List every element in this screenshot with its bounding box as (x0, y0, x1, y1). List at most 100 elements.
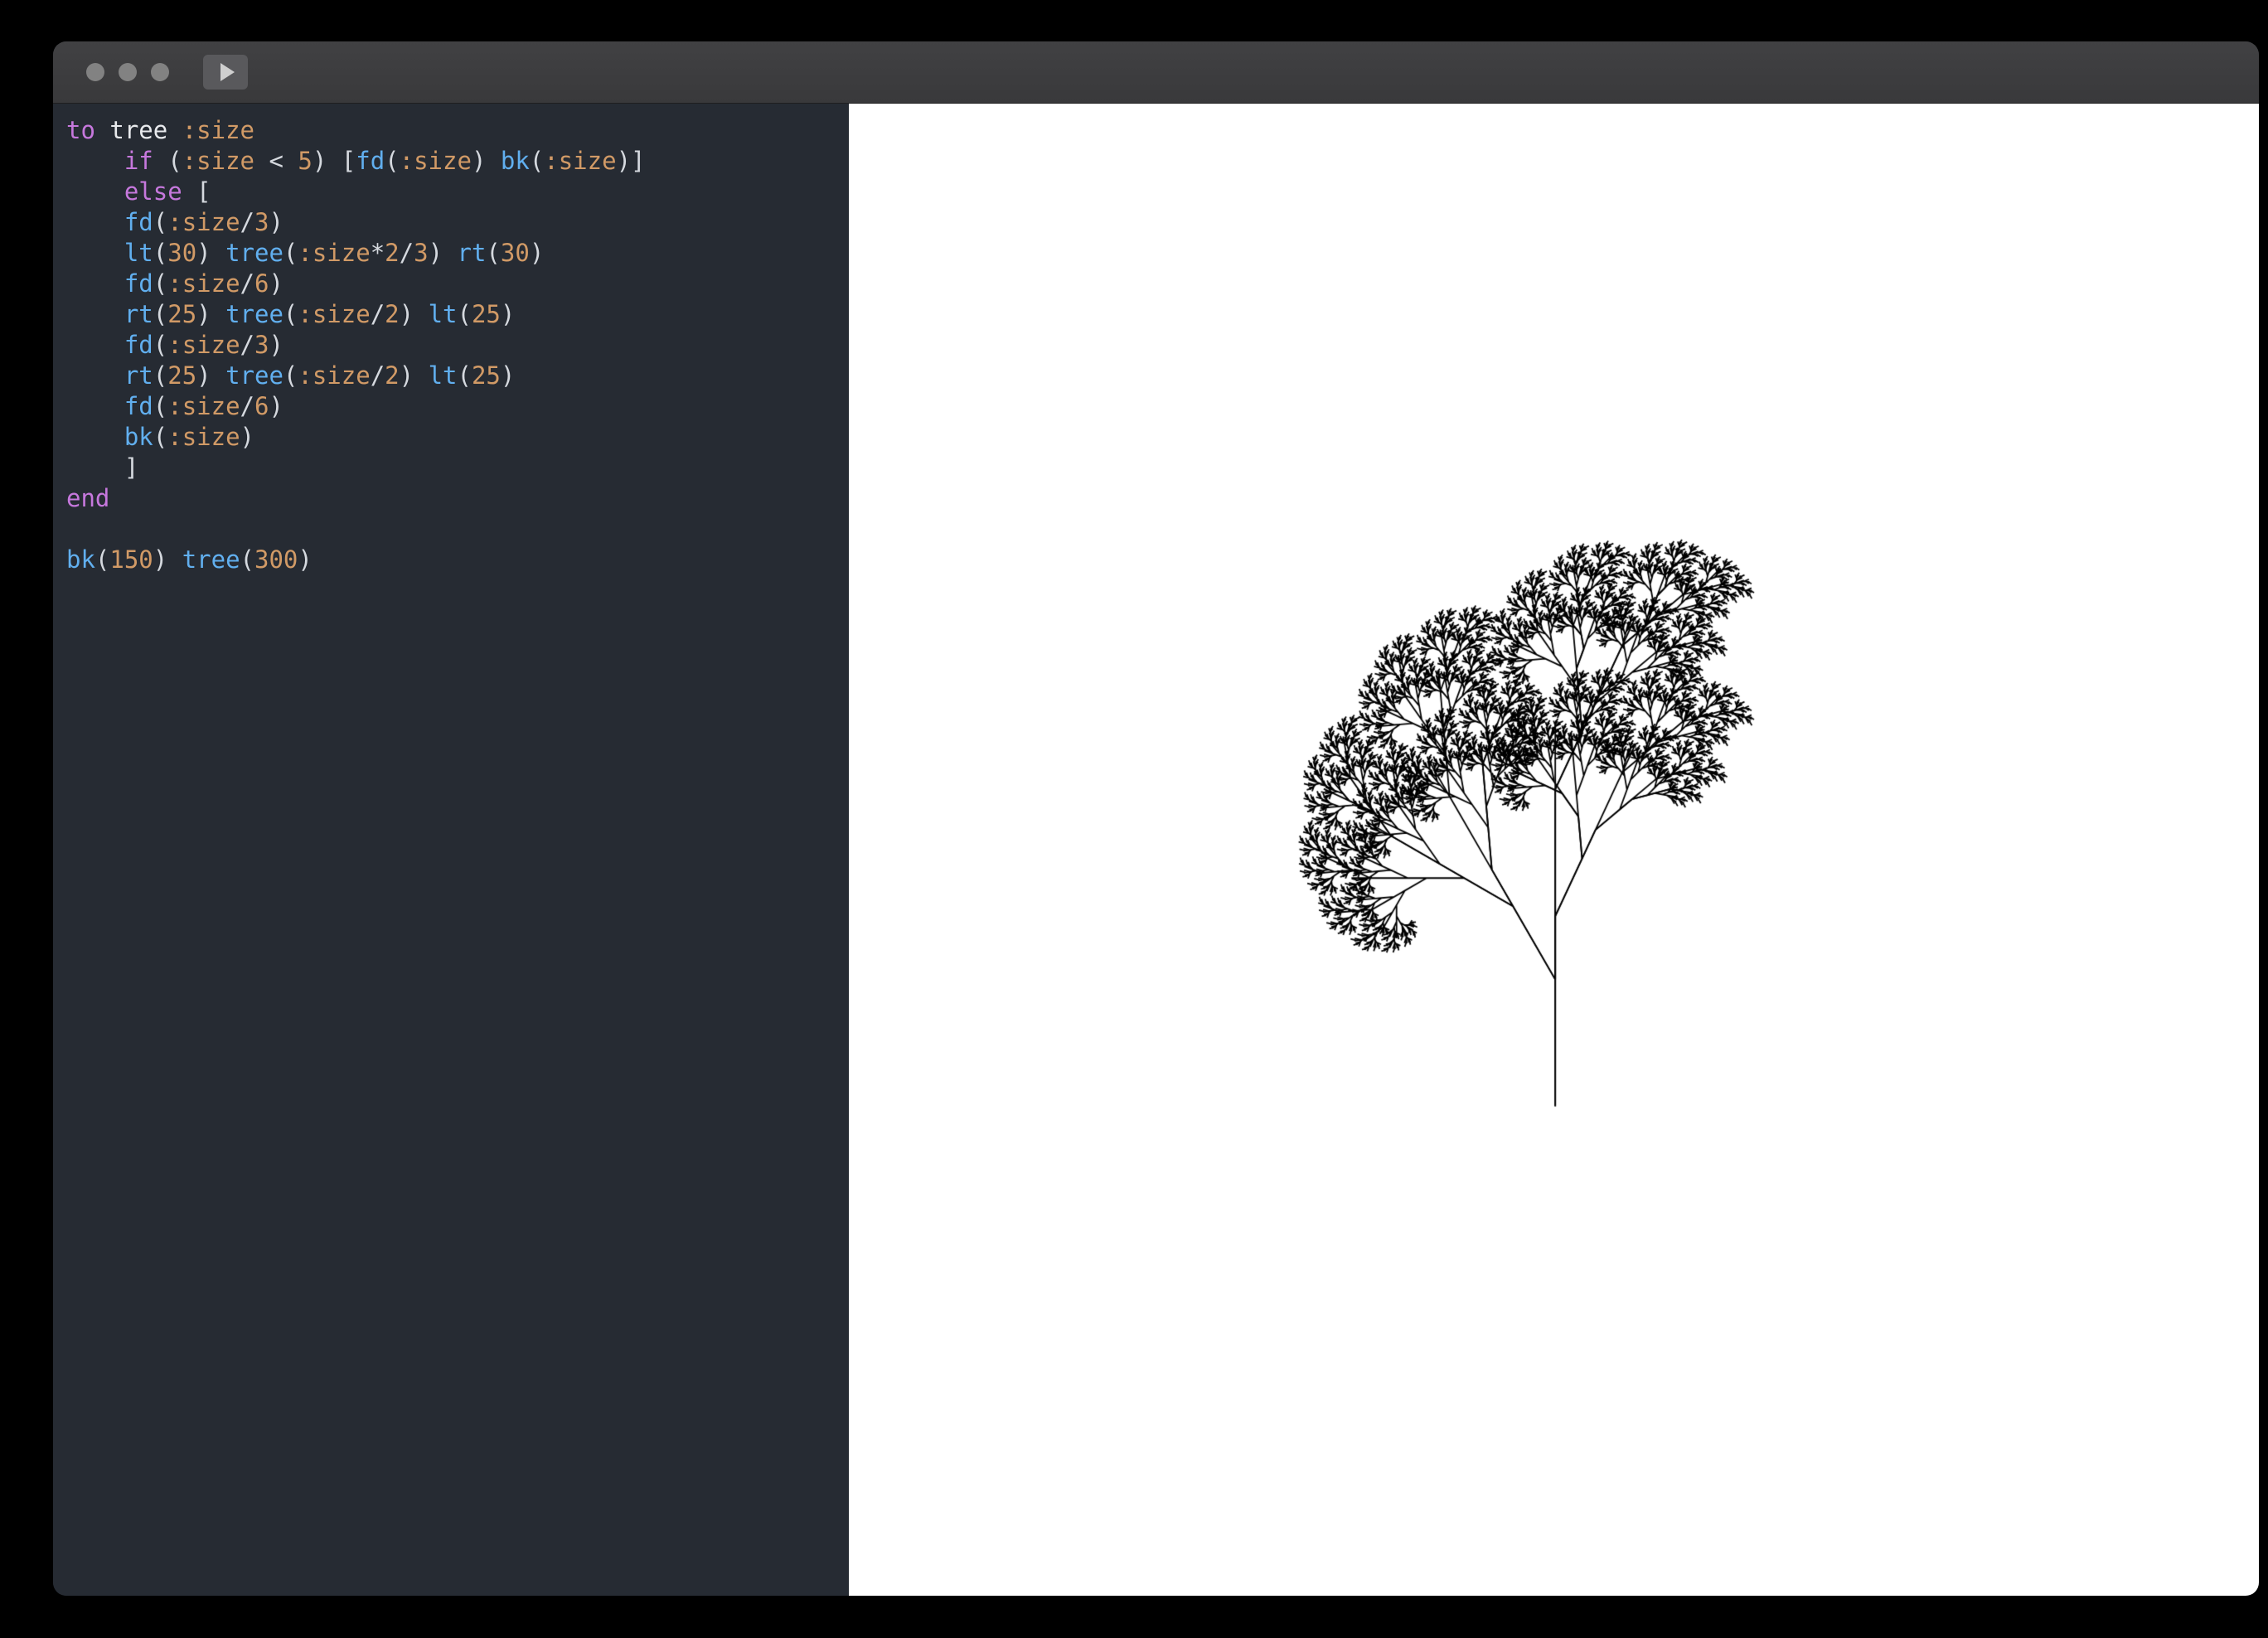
code-line: to tree :size (66, 115, 836, 146)
code-line: bk(150) tree(300) (66, 545, 836, 575)
code-line (66, 514, 836, 545)
code-token: :size (167, 269, 240, 298)
minimize-button[interactable] (119, 63, 137, 81)
code-line: fd(:size/3) (66, 330, 836, 361)
code-token: / (240, 269, 254, 298)
code-token: ) (196, 300, 225, 328)
code-line: if (:size < 5) [fd(:size) bk(:size)] (66, 146, 836, 177)
run-button[interactable] (203, 55, 248, 90)
code-token: fd (124, 208, 153, 236)
code-token: if (124, 147, 153, 175)
code-token: 2 (385, 361, 399, 390)
code-token: lt (429, 361, 458, 390)
code-token: to (66, 116, 95, 144)
code-token: ( (153, 147, 182, 175)
code-line: ] (66, 453, 836, 483)
code-token: ) (240, 423, 254, 451)
code-token: fd (124, 269, 153, 298)
code-token: fd (124, 392, 153, 420)
code-line: fd(:size/6) (66, 269, 836, 299)
drawing-panel (849, 104, 2259, 1596)
code-token: < (254, 147, 298, 175)
code-token: / (240, 331, 254, 359)
code-token: ( (284, 300, 298, 328)
code-line: bk(:size) (66, 422, 836, 453)
code-token: ( (385, 147, 399, 175)
code-token: 3 (414, 239, 428, 267)
code-token: ) (269, 392, 283, 420)
code-line: rt(25) tree(:size/2) lt(25) (66, 299, 836, 330)
code-token (66, 392, 124, 420)
code-token: 30 (167, 239, 196, 267)
code-token: fd (124, 331, 153, 359)
code-token: lt (429, 300, 458, 328)
code-token: :size (298, 300, 370, 328)
code-token: rt (124, 361, 153, 390)
code-token: ( (153, 361, 167, 390)
code-token: ) (196, 239, 225, 267)
code-token (66, 423, 124, 451)
code-line: rt(25) tree(:size/2) lt(25) (66, 361, 836, 391)
code-token: ( (284, 239, 298, 267)
code-token: ( (457, 300, 471, 328)
code-token (66, 300, 124, 328)
code-token: [ (182, 177, 211, 206)
code-token: ) (298, 545, 312, 574)
code-token: fd (356, 147, 385, 175)
code-token: 25 (472, 361, 501, 390)
zoom-button[interactable] (151, 63, 169, 81)
code-line: fd(:size/3) (66, 207, 836, 238)
code-token (66, 331, 124, 359)
code-token: tree (225, 361, 284, 390)
code-token: ) (472, 147, 501, 175)
code-token: ( (95, 545, 109, 574)
code-token: :size (298, 239, 370, 267)
code-token: ) (196, 361, 225, 390)
code-token: ) (269, 331, 283, 359)
code-line: end (66, 483, 836, 514)
code-token: tree (225, 300, 284, 328)
code-token (95, 116, 109, 144)
code-token: ) (269, 269, 283, 298)
code-token: :size (182, 147, 254, 175)
code-token: ) (269, 208, 283, 236)
code-token: ) (501, 361, 515, 390)
code-token: ( (153, 239, 167, 267)
turtle-canvas (849, 104, 2259, 1596)
code-token (66, 147, 124, 175)
code-token: :size (167, 423, 240, 451)
window-content: to tree :size if (:size < 5) [fd(:size) … (53, 104, 2259, 1596)
code-token: 300 (254, 545, 298, 574)
code-token: ) [ (313, 147, 356, 175)
code-token (66, 177, 124, 206)
close-button[interactable] (86, 63, 104, 81)
code-token: ( (457, 361, 471, 390)
code-token: bk (66, 545, 95, 574)
app-window: to tree :size if (:size < 5) [fd(:size) … (53, 41, 2259, 1596)
code-editor[interactable]: to tree :size if (:size < 5) [fd(:size) … (53, 104, 849, 1596)
code-token: 25 (167, 361, 196, 390)
code-token: bk (501, 147, 530, 175)
code-line: else [ (66, 177, 836, 207)
code-token: :size (167, 331, 240, 359)
code-token: ( (153, 269, 167, 298)
code-token: / (371, 361, 385, 390)
code-token: / (240, 208, 254, 236)
code-token: ( (153, 392, 167, 420)
code-token: end (66, 484, 109, 512)
code-token (167, 116, 182, 144)
code-token: :size (544, 147, 616, 175)
code-token: ) (501, 300, 515, 328)
code-token: :size (167, 392, 240, 420)
code-token: :size (167, 208, 240, 236)
code-token: lt (124, 239, 153, 267)
code-token: ( (153, 300, 167, 328)
code-token: 25 (167, 300, 196, 328)
code-token: 6 (254, 392, 269, 420)
code-token: ) (530, 239, 544, 267)
code-token: bk (124, 423, 153, 451)
code-token: ( (284, 361, 298, 390)
code-token: tree (182, 545, 240, 574)
code-token: :size (182, 116, 254, 144)
code-token: / (240, 392, 254, 420)
